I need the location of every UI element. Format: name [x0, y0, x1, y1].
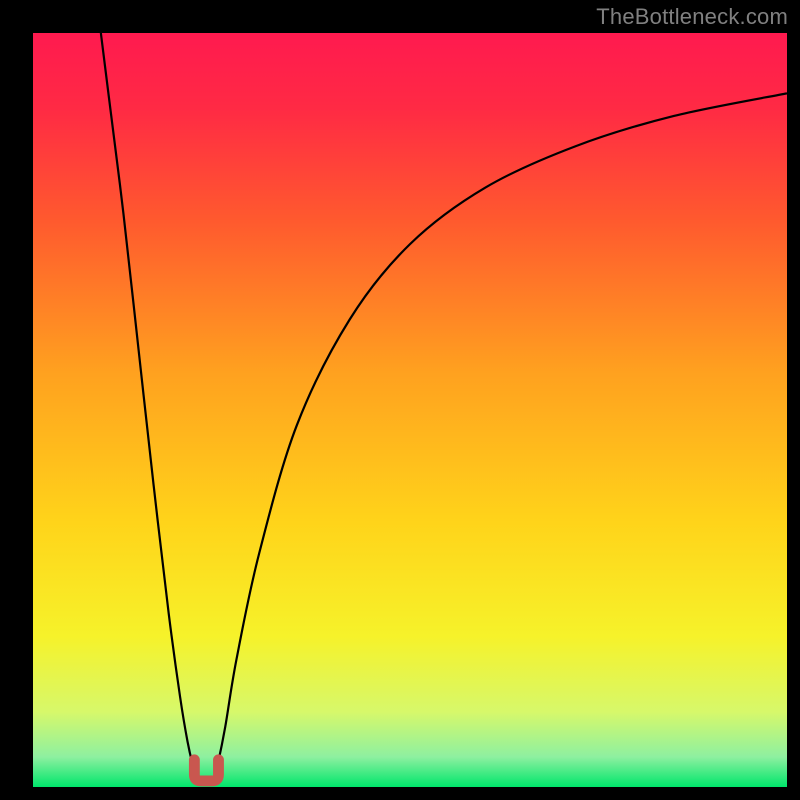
watermark-text: TheBottleneck.com [596, 4, 788, 30]
plot-area [33, 33, 787, 787]
chart-canvas [33, 33, 787, 787]
outer-frame: TheBottleneck.com [0, 0, 800, 800]
